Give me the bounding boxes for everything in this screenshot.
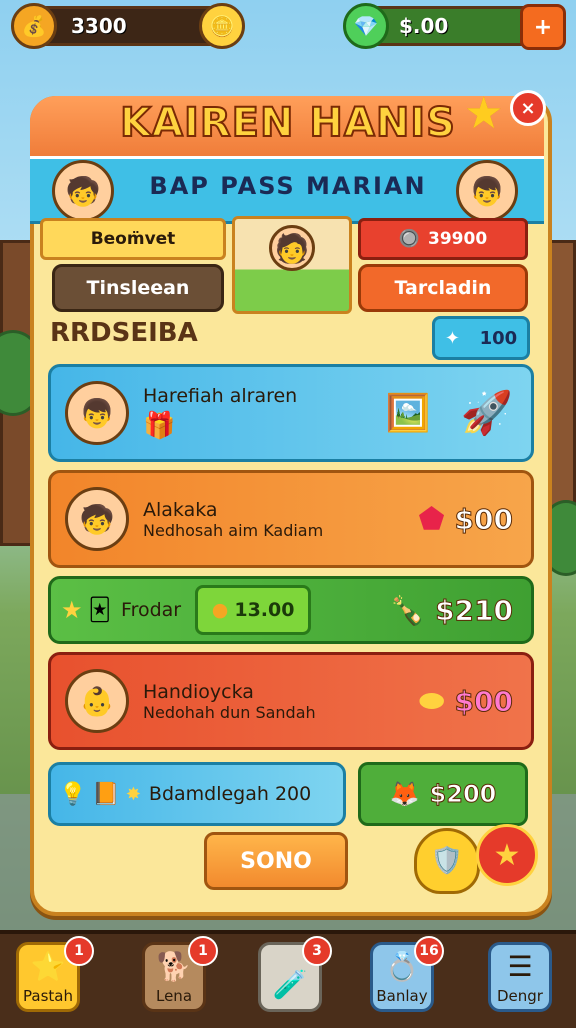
section-counter-value: 100 [479, 327, 518, 349]
close-button[interactable]: × [510, 90, 546, 126]
sparkle-icon: ✸ [125, 783, 141, 805]
reward-card-2[interactable]: 🧒 Alakaka Nedhosah aim Kadiam ⬟ $00 [48, 470, 534, 568]
card-5-price: $200 [429, 780, 497, 809]
reward-card-3[interactable]: ★ 🃏 Frodar ● 13.00 🍾 $210 [48, 576, 534, 644]
card-3-mid-price: 13.00 [234, 599, 295, 621]
option-button-left-label: Tinsleean [86, 277, 190, 299]
option-button-right-label: Tarcladin [394, 277, 492, 299]
nav-badge: 1 [188, 936, 218, 966]
coin-add-icon[interactable]: 🪙 [199, 3, 245, 49]
character-avatar-right: 👦 [456, 160, 518, 222]
tab-left[interactable]: Beom̈vet [40, 218, 226, 260]
star-icon: ⭐ [30, 950, 66, 983]
sono-button-label: SONO [240, 848, 312, 874]
dog-icon: 🐕 [156, 950, 192, 983]
badge-icon: 🔘 [398, 229, 420, 249]
nav-item-4-label: Banlay [376, 987, 428, 1005]
card-4-subtitle: Nedohah dun Sandah [143, 702, 316, 722]
bottle-icon: 🍾 [390, 593, 426, 627]
card-2-title: Alakaka [143, 498, 218, 521]
treasure-icon: 💰 [11, 3, 57, 49]
book-icon: 📙 [92, 781, 120, 807]
card-avatar: 👦 [65, 381, 129, 445]
reward-card-4[interactable]: 👶 Handioycka Nedohah dun Sandah ⬬ $00 [48, 652, 534, 750]
nav-item-5[interactable]: ☰ Dengr [488, 942, 552, 1012]
shield-badge-icon: 🛡️ [414, 828, 480, 894]
card-5-title: Bdamdlegah 200 [148, 783, 312, 805]
nav-item-1-label: Pastah [23, 987, 73, 1005]
card-3-mid-button[interactable]: ● 13.00 [195, 585, 312, 635]
coin-count: 3300 [71, 14, 127, 38]
ruby-icon: ⬟ [418, 501, 445, 537]
coin-icon: ● [211, 599, 229, 621]
gift-icon: 🎁 [143, 411, 176, 441]
nav-item-2-label: Lena [155, 987, 193, 1005]
card-2-subtitle: Nedhosah aim Kadiam [143, 520, 324, 540]
card-3-price: $210 [435, 593, 514, 627]
money-count: $.00 [399, 14, 449, 38]
preview-avatar: 🧑 [269, 225, 315, 271]
nav-badge: 16 [414, 936, 444, 966]
reward-card-5[interactable]: 💡 📙 ✸ Bdamdlegah 200 [48, 762, 346, 826]
card-icon: 🃏 [88, 597, 112, 623]
option-button-left[interactable]: Tinsleean [52, 264, 224, 312]
gold-bar-icon: ⬬ [418, 683, 445, 719]
tab-right[interactable]: 🔘 39900 [358, 218, 528, 260]
section-counter: ✦ 100 [432, 316, 530, 360]
nav-item-5-label: Dengr [497, 987, 543, 1005]
bulb-icon: 💡 [59, 781, 87, 807]
add-money-button[interactable]: + [520, 4, 566, 50]
card-avatar: 🧒 [65, 487, 129, 551]
nav-badge: 1 [64, 936, 94, 966]
sono-button[interactable]: SONO [204, 832, 348, 890]
character-avatar-left: 🧒 [52, 160, 114, 222]
menu-icon: ☰ [507, 950, 533, 983]
card-1-title: Harefiah alraren [143, 385, 298, 407]
card-4-price: $00 [454, 684, 513, 718]
tab-right-value: 39900 [428, 229, 488, 249]
potion-icon: 🧪 [272, 968, 308, 1001]
star-icon: ★ [464, 88, 504, 139]
card-2-price: $00 [454, 502, 513, 536]
option-button-right[interactable]: Tarcladin [358, 264, 528, 312]
tab-left-label: Beom̈vet [90, 229, 176, 249]
character-preview: 🧑 [232, 216, 352, 314]
card-5-buy-button[interactable]: 🦊 $200 [358, 762, 528, 826]
star-button[interactable]: ★ [476, 824, 538, 886]
ticket-icon: ✦ [444, 327, 460, 349]
card-avatar: 👶 [65, 669, 129, 733]
nav-badge: 3 [302, 936, 332, 966]
section-title: RRDSEIBA [50, 318, 198, 348]
coin-bar: 💰 3300 🪙 [11, 3, 245, 49]
star-icon: ★ [61, 596, 83, 624]
money-bar: 💎 $.00 [343, 3, 542, 49]
gem-icon: 💎 [343, 3, 389, 49]
pet-icon: 🦊 [389, 780, 420, 808]
rocket-icon: 🚀 [460, 388, 513, 437]
photo-icon: 🖼️ [385, 393, 431, 434]
reward-card-1[interactable]: 👦 Harefiah alraren 🎁 🖼️ 🚀 [48, 364, 534, 462]
card-3-title: Frodar [121, 599, 182, 621]
card-4-title: Handioycka [143, 680, 254, 703]
